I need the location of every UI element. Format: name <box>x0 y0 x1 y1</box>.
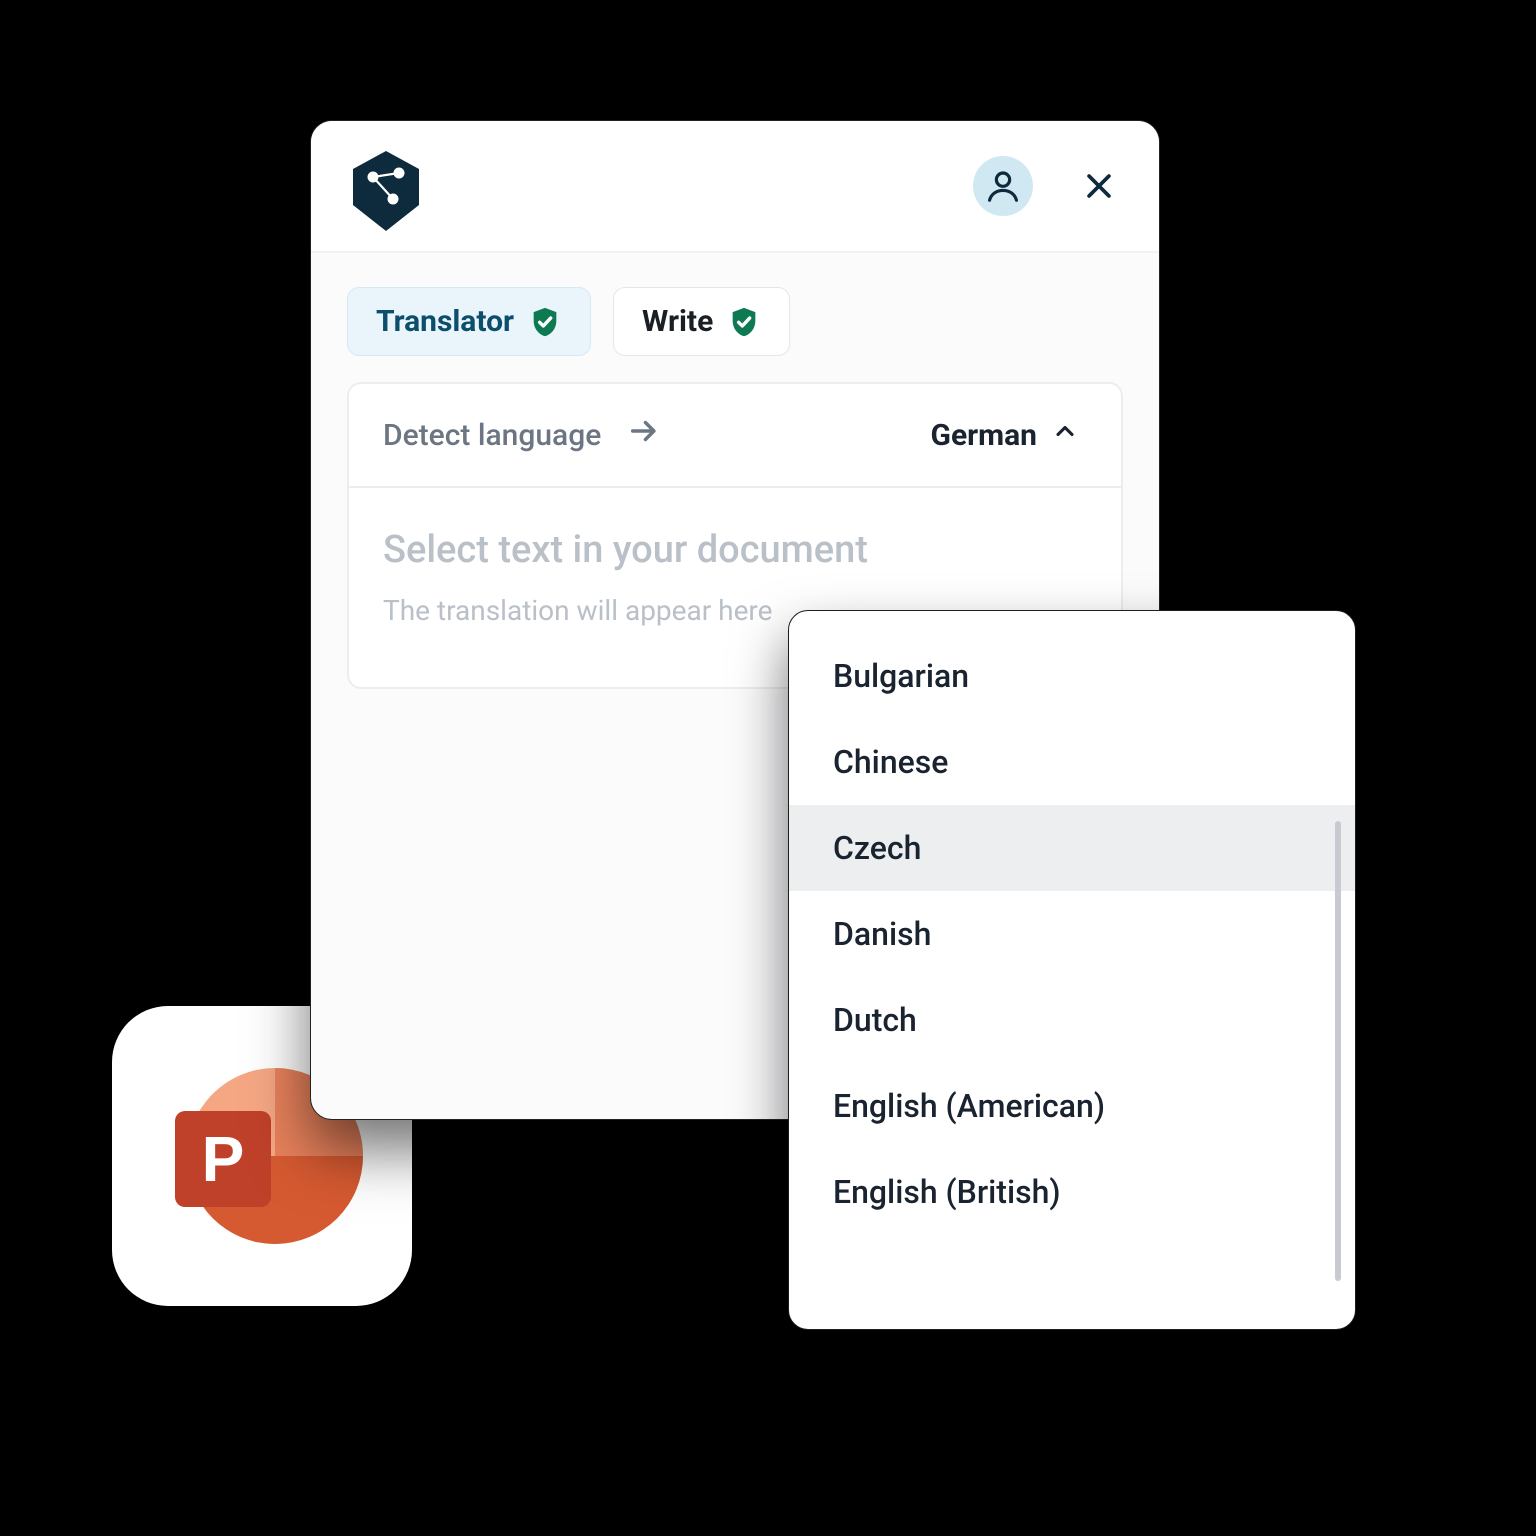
arrow-right-icon <box>627 414 661 456</box>
panel-header <box>311 121 1159 253</box>
language-option[interactable]: English (American) <box>789 1063 1355 1149</box>
user-icon <box>984 167 1022 205</box>
placeholder-main: Select text in your document <box>383 528 1087 572</box>
language-option[interactable]: Czech <box>789 805 1355 891</box>
language-bar: Detect language German <box>349 384 1121 488</box>
language-option[interactable]: Danish <box>789 891 1355 977</box>
tab-translator-label: Translator <box>376 304 514 339</box>
target-language-label: German <box>931 418 1038 453</box>
deepl-logo-icon <box>349 149 423 223</box>
mode-tabs: Translator Write <box>311 253 1159 382</box>
chevron-up-icon <box>1051 417 1079 453</box>
svg-text:P: P <box>202 1123 245 1195</box>
close-icon <box>1082 169 1116 203</box>
language-option[interactable]: Bulgarian <box>789 633 1355 719</box>
shield-check-icon <box>727 305 761 339</box>
language-option[interactable]: Dutch <box>789 977 1355 1063</box>
account-button[interactable] <box>973 156 1033 216</box>
target-language-dropdown[interactable]: BulgarianChineseCzechDanishDutchEnglish … <box>788 610 1356 1330</box>
language-option[interactable]: English (British) <box>789 1149 1355 1235</box>
tab-write[interactable]: Write <box>613 287 790 356</box>
shield-check-icon <box>528 305 562 339</box>
tab-translator[interactable]: Translator <box>347 287 591 356</box>
language-option[interactable]: Chinese <box>789 719 1355 805</box>
target-language-select[interactable]: German <box>931 417 1080 453</box>
dropdown-scrollbar[interactable] <box>1335 821 1341 1281</box>
close-button[interactable] <box>1079 166 1119 206</box>
tab-write-label: Write <box>642 304 713 339</box>
source-language-select[interactable]: Detect language <box>383 418 601 453</box>
